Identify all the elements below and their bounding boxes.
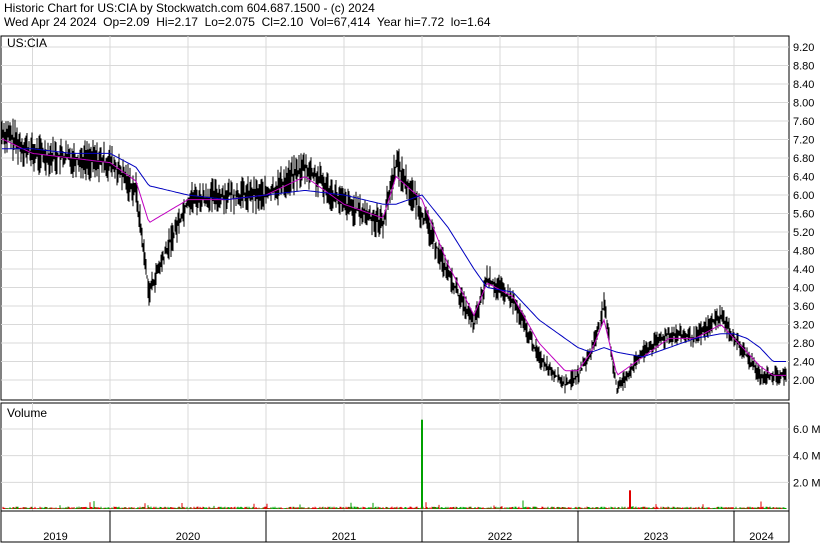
volume-panel-title: Volume: [7, 406, 47, 420]
price-tick-label: 2.80: [793, 338, 814, 350]
year-label: 2021: [332, 531, 356, 543]
volume-tick-label: 2.0 M: [793, 477, 821, 489]
price-panel-title: US:CIA: [7, 36, 47, 50]
year-label: 2019: [43, 531, 67, 543]
price-tick-label: 8.00: [793, 98, 814, 110]
price-tick-label: 4.40: [793, 264, 814, 276]
price-tick-label: 3.20: [793, 320, 814, 332]
year-label: 2022: [488, 531, 512, 543]
year-label: 2020: [176, 531, 200, 543]
price-tick-label: 4.80: [793, 246, 814, 258]
price-tick-label: 2.40: [793, 357, 814, 369]
price-tick-label: 6.40: [793, 172, 814, 184]
year-axis-frame: [0, 510, 790, 543]
price-panel-frame: [0, 35, 790, 401]
price-tick-label: 6.00: [793, 190, 814, 202]
year-label: 2024: [749, 531, 773, 543]
price-y-axis: 2.00 2.40 2.80 3.20 3.60 4.00 4.40 4.80 5.20 5.60…: [793, 42, 814, 387]
price-tick-label: 8.40: [793, 79, 814, 91]
price-tick-label: 7.60: [793, 116, 814, 128]
price-tick-label: 5.20: [793, 227, 814, 239]
price-tick-label: 6.80: [793, 153, 814, 165]
volume-tick-label: 6.0 M: [793, 424, 821, 436]
volume-panel-frame: [0, 402, 790, 512]
price-tick-label: 2.00: [793, 375, 814, 387]
volume-y-axis: 2.0 M 4.0 M 6.0 M: [793, 424, 821, 489]
volume-tick-label: 4.0 M: [793, 451, 821, 463]
year-label: 2023: [644, 531, 668, 543]
price-tick-label: 3.60: [793, 301, 814, 313]
stock-chart: US:CIA 2.00 2.40 2.80 3.20 3.60 4.00 4.40 4.80 5…: [0, 35, 821, 543]
price-tick-label: 4.00: [793, 283, 814, 295]
price-tick-label: 5.60: [793, 209, 814, 221]
price-tick-label: 9.20: [793, 42, 814, 54]
price-tick-label: 8.80: [793, 61, 814, 73]
price-tick-label: 7.20: [793, 135, 814, 147]
